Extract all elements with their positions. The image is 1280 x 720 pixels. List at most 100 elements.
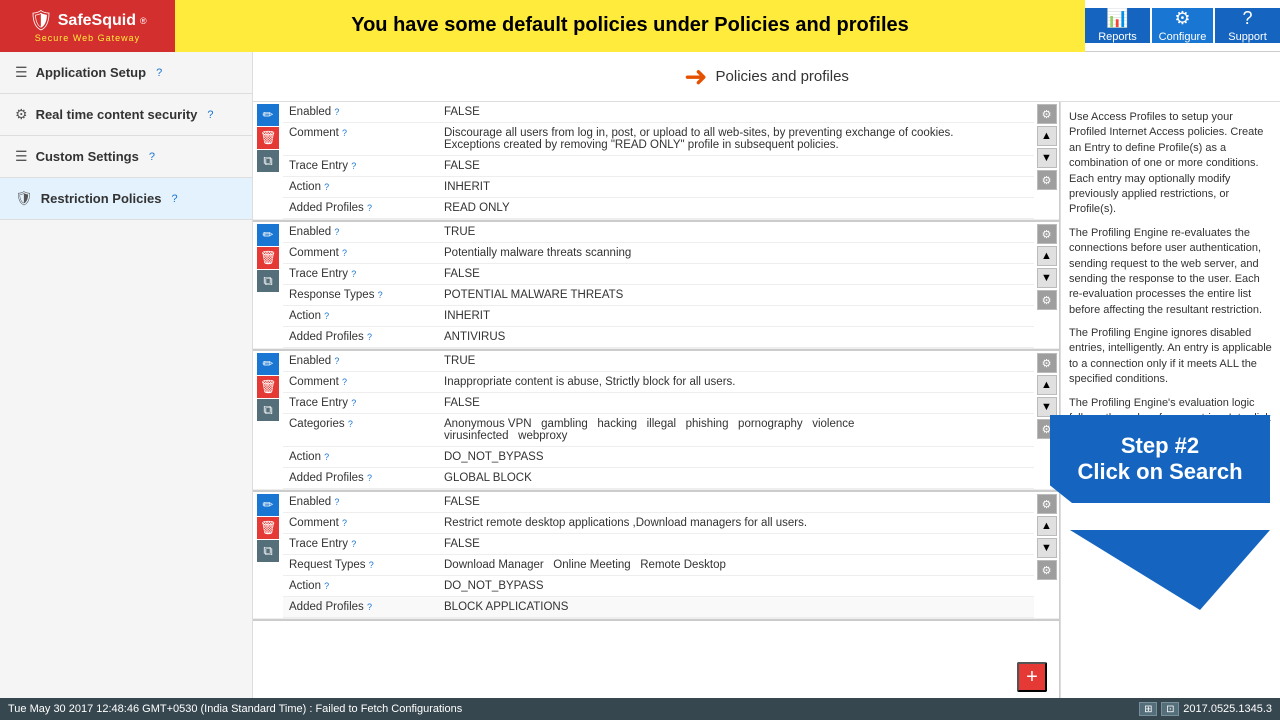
table-row: Action ? DO_NOT_BYPASS — [283, 447, 1034, 468]
policy-row: ✏ 🗑 ⧉ Enabled ? FALSE Comment ? Disc — [253, 102, 1059, 220]
table-row: Enabled ? TRUE — [283, 222, 1034, 243]
scroll-gear2-2[interactable]: ⚙ — [1037, 290, 1057, 310]
edit-button-3[interactable]: ✏ — [257, 353, 279, 375]
table-row: Action ? INHERIT — [283, 306, 1034, 327]
policy-row: ✏ 🗑 ⧉ Enabled ? FALSE Comment ? Rest — [253, 492, 1059, 619]
add-policy-button[interactable]: + — [1017, 662, 1047, 692]
custom-settings-help-icon[interactable]: ? — [149, 151, 155, 163]
logo-reg: ® — [140, 16, 147, 26]
copy-button-1[interactable]: ⧉ — [257, 150, 279, 172]
table-row: Categories ? Anonymous VPN gambling hack… — [283, 414, 1034, 447]
delete-button-4[interactable]: 🗑 — [257, 517, 279, 539]
version-text: 2017.0525.1345.3 — [1183, 703, 1272, 715]
scroll-up-4[interactable]: ▲ — [1037, 516, 1057, 536]
policy-row: ✏ 🗑 ⧉ Enabled ? TRUE Comment ? Poten — [253, 222, 1059, 349]
logo-subtitle: Secure Web Gateway — [35, 33, 140, 43]
custom-settings-icon: ☰ — [15, 148, 28, 165]
scroll-gear-1[interactable]: ⚙ — [1037, 104, 1057, 124]
realtime-icon: ⚙ — [15, 106, 28, 123]
edit-button-4[interactable]: ✏ — [257, 494, 279, 516]
application-setup-help-icon[interactable]: ? — [156, 67, 162, 79]
scroll-gear-2[interactable]: ⚙ — [1037, 224, 1057, 244]
policy-block-2: ✏ 🗑 ⧉ Enabled ? TRUE Comment ? Poten — [253, 222, 1059, 351]
policies-header: ➜ Policies and profiles — [253, 52, 1280, 102]
restriction-policies-help-icon[interactable]: ? — [171, 193, 177, 205]
edit-button-1[interactable]: ✏ — [257, 104, 279, 126]
table-row: Trace Entry ? FALSE — [283, 156, 1034, 177]
status-bar: Tue May 30 2017 12:48:46 GMT+0530 (India… — [0, 698, 1280, 720]
table-row: Action ? INHERIT — [283, 177, 1034, 198]
banner-text: You have some default policies under Pol… — [351, 14, 909, 37]
scroll-down-3[interactable]: ▼ — [1037, 397, 1057, 417]
delete-button-2[interactable]: 🗑 — [257, 247, 279, 269]
support-label: Support — [1228, 31, 1267, 43]
scroll-gear2-4[interactable]: ⚙ — [1037, 560, 1057, 580]
scroll-down-4[interactable]: ▼ — [1037, 538, 1057, 558]
reports-label: Reports — [1098, 31, 1137, 43]
policy-actions-3: ✏ 🗑 ⧉ — [253, 351, 283, 423]
logo-text: SafeSquid — [58, 12, 136, 30]
sidebar-item-realtime[interactable]: ⚙ Real time content security ? — [0, 94, 252, 136]
right-panel-text-1: Use Access Profiles to setup your Profil… — [1069, 110, 1272, 218]
scroll-up-2[interactable]: ▲ — [1037, 246, 1057, 266]
delete-button-3[interactable]: 🗑 — [257, 376, 279, 398]
status-icon-1[interactable]: ⊞ — [1139, 702, 1157, 716]
sidebar-label-custom-settings: Custom Settings — [36, 149, 139, 164]
table-area[interactable]: ✏ 🗑 ⧉ Enabled ? FALSE Comment ? Disc — [253, 102, 1060, 698]
right-panel-text-2: The Profiling Engine re-evaluates the co… — [1069, 226, 1272, 318]
step-arrow-icon — [1070, 530, 1270, 610]
table-row: Comment ? Potentially malware threats sc… — [283, 243, 1034, 264]
copy-button-2[interactable]: ⧉ — [257, 270, 279, 292]
table-row: Response Types ? POTENTIAL MALWARE THREA… — [283, 285, 1034, 306]
logo-shield-icon: 🛡 — [28, 8, 53, 33]
banner: You have some default policies under Pol… — [175, 0, 1085, 52]
support-button[interactable]: ? Support — [1215, 8, 1280, 43]
table-row: Request Types ? Download Manager Online … — [283, 555, 1034, 576]
table-row: Enabled ? FALSE — [283, 492, 1034, 513]
policy-block-1: ✏ 🗑 ⧉ Enabled ? FALSE Comment ? Disc — [253, 102, 1059, 222]
table-row: Trace Entry ? FALSE — [283, 264, 1034, 285]
realtime-help-icon[interactable]: ? — [207, 109, 213, 121]
table-row: Added Profiles ? GLOBAL BLOCK — [283, 468, 1034, 489]
sidebar-label-realtime: Real time content security — [36, 107, 198, 122]
sidebar-item-application-setup[interactable]: ☰ Application Setup ? — [0, 52, 252, 94]
table-row: Comment ? Restrict remote desktop applic… — [283, 513, 1034, 534]
configure-button[interactable]: ⚙ Configure — [1150, 8, 1215, 43]
policy-row: ✏ 🗑 ⧉ Enabled ? TRUE Comment ? Inapp — [253, 351, 1059, 490]
scroll-up-1[interactable]: ▲ — [1037, 126, 1057, 146]
table-row: Enabled ? FALSE — [283, 102, 1034, 123]
table-row: Added Profiles ? BLOCK APPLICATIONS — [283, 597, 1034, 618]
configure-icon: ⚙ — [1174, 8, 1190, 29]
table-row: Trace Entry ? FALSE — [283, 393, 1034, 414]
scroll-gear-3[interactable]: ⚙ — [1037, 353, 1057, 373]
scroll-up-3[interactable]: ▲ — [1037, 375, 1057, 395]
configure-label: Configure — [1159, 31, 1207, 43]
scroll-down-2[interactable]: ▼ — [1037, 268, 1057, 288]
copy-button-3[interactable]: ⧉ — [257, 399, 279, 421]
restriction-policies-icon: 🛡 — [15, 190, 33, 207]
status-icon-2[interactable]: ⊡ — [1161, 702, 1179, 716]
scroll-ctrl-1: ⚙ ▲ ▼ ⚙ — [1034, 102, 1059, 192]
reports-button[interactable]: 📊 Reports — [1085, 8, 1150, 43]
policies-arrow-icon: ➜ — [684, 60, 707, 93]
policy-actions-1: ✏ 🗑 ⧉ — [253, 102, 283, 174]
logo: 🛡 SafeSquid ® Secure Web Gateway — [0, 0, 175, 52]
sidebar-item-custom-settings[interactable]: ☰ Custom Settings ? — [0, 136, 252, 178]
application-setup-icon: ☰ — [15, 64, 28, 81]
policies-title: Policies and profiles — [716, 68, 849, 85]
scroll-gear2-1[interactable]: ⚙ — [1037, 170, 1057, 190]
policy-actions-4: ✏ 🗑 ⧉ — [253, 492, 283, 564]
copy-button-4[interactable]: ⧉ — [257, 540, 279, 562]
support-icon: ? — [1242, 8, 1252, 29]
scroll-gear-4[interactable]: ⚙ — [1037, 494, 1057, 514]
table-row: Comment ? Inappropriate content is abuse… — [283, 372, 1034, 393]
edit-button-2[interactable]: ✏ — [257, 224, 279, 246]
table-row: Added Profiles ? READ ONLY — [283, 198, 1034, 219]
scroll-down-1[interactable]: ▼ — [1037, 148, 1057, 168]
policy-block-4: ✏ 🗑 ⧉ Enabled ? FALSE Comment ? Rest — [253, 492, 1059, 621]
sidebar-item-restriction-policies[interactable]: 🛡 Restriction Policies ? — [0, 178, 252, 220]
policy-block-3: ✏ 🗑 ⧉ Enabled ? TRUE Comment ? Inapp — [253, 351, 1059, 492]
step-line1: Step #2 — [1070, 433, 1250, 459]
sidebar-label-restriction-policies: Restriction Policies — [41, 191, 162, 206]
delete-button-1[interactable]: 🗑 — [257, 127, 279, 149]
